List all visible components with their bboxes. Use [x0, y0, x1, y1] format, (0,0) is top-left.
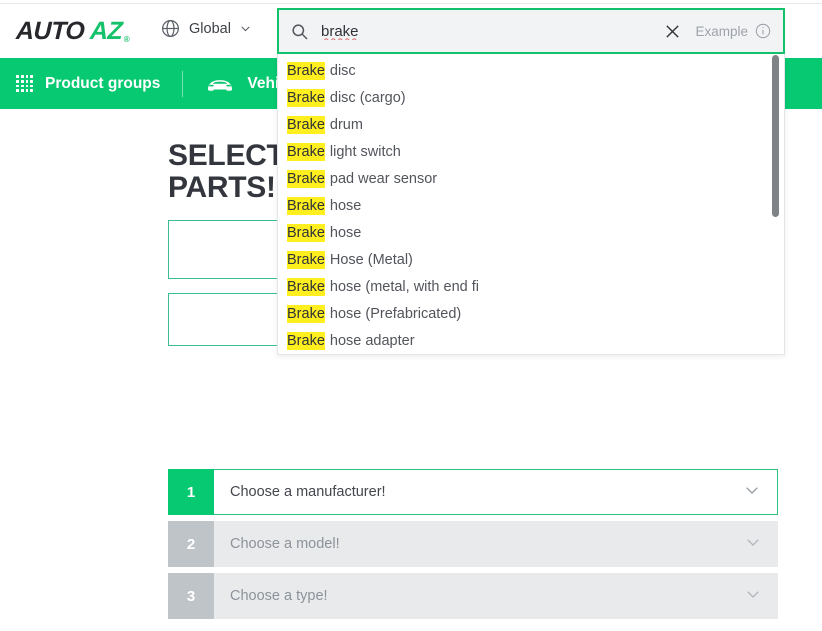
- selector-model[interactable]: 2 Choose a model!: [168, 521, 778, 567]
- search-input[interactable]: [321, 22, 665, 40]
- nav-label-product-groups: Product groups: [45, 74, 161, 92]
- logo-registered-mark: ®: [123, 34, 130, 44]
- nav-item-product-groups[interactable]: Product groups: [16, 75, 160, 93]
- suggestion-rest-text: light switch: [329, 143, 401, 160]
- selector-label-manufacturer: Choose a manufacturer!: [230, 484, 386, 500]
- nav-divider: [182, 70, 184, 97]
- selector-step-number-3: 3: [168, 573, 214, 619]
- site-logo[interactable]: AUTO AZ ®: [15, 16, 130, 46]
- suggestion-match-text: Brake: [287, 331, 325, 350]
- suggestion-rest-text: pad wear sensor: [329, 170, 438, 187]
- suggestion-rest-text: hose adapter: [329, 332, 415, 349]
- suggestion-rest-text: drum: [329, 116, 363, 133]
- suggestion-item[interactable]: Brake disc (cargo): [278, 84, 784, 111]
- language-label: Global: [189, 20, 231, 37]
- global-search-box[interactable]: Example: [277, 8, 785, 54]
- suggestion-item[interactable]: Brake light switch: [278, 138, 784, 165]
- chevron-down-icon: [744, 533, 778, 556]
- suggestion-match-text: Brake: [287, 88, 325, 107]
- suggestion-match-text: Brake: [287, 277, 325, 296]
- logo-text-auto: AUTO: [15, 16, 85, 45]
- suggestions-scrollbar-track[interactable]: [772, 53, 782, 354]
- suggestion-rest-text: hose: [329, 224, 362, 241]
- suggestion-item[interactable]: Brake hose adapter: [278, 327, 784, 354]
- suggestion-match-text: Brake: [287, 169, 325, 188]
- suggestion-match-text: Brake: [287, 250, 325, 269]
- example-label: Example: [695, 23, 748, 39]
- suggestion-item[interactable]: Brake drum: [278, 111, 784, 138]
- suggestion-item[interactable]: Brake hose (metal, with end fi: [278, 273, 784, 300]
- suggestion-match-text: Brake: [287, 142, 325, 161]
- suggestion-item[interactable]: Brake Hose (Metal): [278, 246, 784, 273]
- grid-icon: [16, 75, 33, 92]
- page-title-line2: PARTS!: [168, 171, 276, 205]
- suggestion-rest-text: disc: [329, 62, 356, 79]
- chevron-down-icon: [743, 481, 777, 504]
- suggestion-item[interactable]: Brake disc: [278, 57, 784, 84]
- suggestion-rest-text: disc (cargo): [329, 89, 406, 106]
- close-icon[interactable]: [664, 23, 681, 40]
- chevron-down-icon: [239, 22, 252, 35]
- page-root: AUTO AZ ® Global Product groups Vehicl S…: [0, 0, 822, 631]
- info-circle-icon[interactable]: [755, 23, 771, 39]
- selector-type[interactable]: 3 Choose a type!: [168, 573, 778, 619]
- selector-label-type: Choose a type!: [230, 588, 328, 604]
- search-suggestions-list: Brake disc Brake disc (cargo) Brake drum Brake…: [278, 53, 784, 354]
- search-suggestions-dropdown: Brake disc Brake disc (cargo) Brake drum Brake…: [277, 53, 785, 355]
- logo-text-az: AZ: [89, 16, 124, 45]
- suggestions-scrollbar-thumb[interactable]: [772, 55, 779, 217]
- search-icon: [290, 22, 309, 41]
- chevron-down-icon: [744, 585, 778, 608]
- suggestion-match-text: Brake: [287, 196, 325, 215]
- suggestion-item[interactable]: Brake hose: [278, 192, 784, 219]
- suggestion-rest-text: hose (Prefabricated): [329, 305, 462, 322]
- page-title-line1: SELECT: [168, 139, 285, 172]
- page-title: SELECT PARTS!: [168, 139, 285, 205]
- globe-icon: [160, 18, 181, 39]
- selector-manufacturer[interactable]: 1 Choose a manufacturer!: [168, 469, 778, 515]
- suggestion-rest-text: hose: [329, 197, 362, 214]
- suggestion-match-text: Brake: [287, 61, 325, 80]
- suggestion-item[interactable]: Brake hose: [278, 219, 784, 246]
- car-icon: [205, 74, 235, 94]
- suggestion-item[interactable]: Brake pad wear sensor: [278, 165, 784, 192]
- selector-label-model: Choose a model!: [230, 536, 340, 552]
- suggestion-match-text: Brake: [287, 115, 325, 134]
- language-selector[interactable]: Global: [160, 18, 252, 39]
- suggestion-item[interactable]: Brake hose (Prefabricated): [278, 300, 784, 327]
- selector-step-number-2: 2: [168, 521, 214, 567]
- suggestion-rest-text: Hose (Metal): [329, 251, 413, 268]
- suggestion-match-text: Brake: [287, 223, 325, 242]
- suggestion-match-text: Brake: [287, 304, 325, 323]
- suggestion-rest-text: hose (metal, with end fi: [329, 278, 479, 295]
- selector-step-number-1: 1: [168, 469, 214, 515]
